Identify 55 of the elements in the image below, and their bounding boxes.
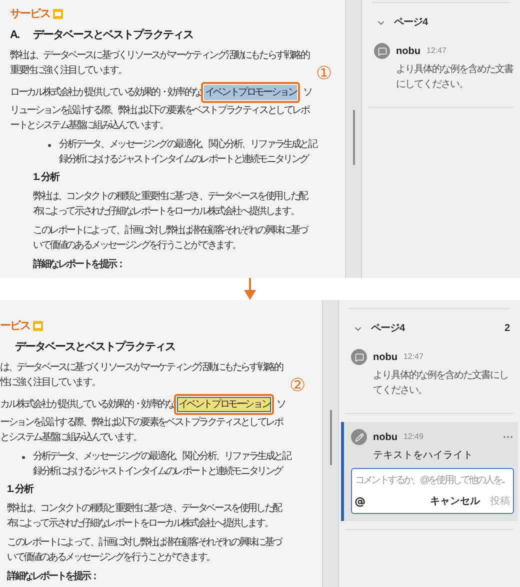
scrollbar-thumb[interactable]	[330, 410, 332, 465]
comment-time: 12:47	[403, 351, 424, 363]
callout-number: ②	[290, 375, 306, 395]
bullet-icon	[48, 144, 51, 147]
reply-field[interactable]: コメントするか、@を使用して他の人を... キャンセル 投稿	[351, 468, 514, 514]
comment-text: テキストをハイライト	[372, 449, 474, 463]
comment-avatar-icon	[351, 349, 367, 365]
paragraph-text: ソ	[303, 86, 312, 100]
subsection-title: データベースとベストプラクティス	[33, 28, 193, 43]
section-subheading: 1. 分析	[33, 171, 61, 185]
paragraph: 弊社は、データベースに基づくリソースがマーケティング活動にもたらす戦略的 重要性に強く注目しています。	[10, 48, 309, 78]
bullet-text: 分析データ、メッセージングの最適化、関心分析、リファラ生成と記 録分析におけるジャストインタイムのレポートと連続モニタリング	[59, 138, 316, 167]
paragraph-text: ローカル株式会社が提供している効果的・効率的な	[10, 86, 201, 100]
comment-text: より具体的な例を含めた文書にしてください。	[395, 62, 514, 92]
highlighted-text[interactable]: イベントプロモーション	[204, 85, 298, 100]
paragraph-text: ソ	[276, 398, 285, 412]
bullet-icon	[22, 456, 25, 459]
bold-label: 詳細なレポートを提示：	[7, 570, 100, 584]
section-heading: サービス	[10, 7, 50, 22]
bullet-text: 分析データ、メッセージングの最適化、関心分析、リファラ生成と記 録分析におけるジャストインタイムのレポートと連続モニタリング	[33, 450, 290, 479]
comment-time: 12:49	[403, 431, 424, 443]
comment-card[interactable]: nobu 12:47 より具体的な例を含めた文書にしてください。	[364, 36, 518, 99]
comment-author: nobu	[396, 44, 420, 58]
mention-icon[interactable]	[355, 496, 365, 506]
bold-label: 詳細なレポートを提示：	[33, 258, 126, 272]
reply-input[interactable]: コメントするか、@を使用して他の人を...	[355, 473, 510, 488]
pencil-avatar-icon	[351, 429, 367, 445]
comment-time: 12:47	[426, 45, 446, 57]
comment-marker-icon[interactable]	[33, 321, 43, 331]
comment-avatar-icon	[374, 43, 390, 59]
list-letter: A.	[10, 28, 20, 43]
section-heading: ービス	[0, 319, 30, 334]
comment-author: nobu	[373, 350, 398, 364]
paragraph: このレポートによって、計画に対し弊社は潜在顧客それぞれの興味に基づ いて価値のあるメッセージングを行うことができます。	[7, 536, 281, 565]
paragraph: 弊社は、コンタクトの種類と重要性に基づき、データベースを使用した配 布によって示された仔細なレポートをローカル株式会社へ提供します。	[7, 502, 281, 531]
scrollbar-thumb[interactable]	[352, 110, 354, 165]
highlighted-text[interactable]: イベントプロモーション	[177, 397, 271, 412]
comment-card[interactable]: nobu 12:49 テキストをハイライト コメントするか、@を使用して他の人を... キャンセル 投稿	[341, 422, 518, 521]
paragraph: このレポートによって、計画に対し弊社は潜在顧客それぞれの興味に基づ いて価値のあるメッセージングを行うことができます。	[33, 224, 307, 253]
comment-author: nobu	[373, 430, 398, 444]
comment-marker-icon[interactable]	[53, 9, 63, 19]
comment-text: より具体的な例を含めた文書にしてください。	[372, 368, 509, 398]
subsection-title: データベースとベストプラクティス	[15, 340, 175, 355]
page-label: ページ4	[371, 322, 405, 336]
paragraph-text: リューションを設計する際、弊社は以下の要素をベストプラクティスとしてレポ ートとシステム基盤に組み込んでいます。	[10, 104, 309, 133]
paragraph: は、データベースに基づくリソースがマーケティング活動にもたらす戦略的 性に強く注目しています。	[0, 360, 282, 390]
page-label: ページ4	[394, 16, 428, 30]
paragraph-text: ーションを設計する際、弊社は以下の要素をベストプラクティスとしてレポ とシステム基盤に組み込んでいます。	[0, 416, 282, 445]
comment-count: 2	[504, 322, 510, 336]
cancel-button[interactable]: キャンセル	[430, 494, 480, 509]
down-arrow	[243, 278, 257, 300]
callout-number: ①	[316, 63, 332, 83]
comment-card[interactable]: nobu 12:47 より具体的な例を含めた文書にしてください。	[341, 342, 518, 405]
paragraph: 弊社は、コンタクトの種類と重要性に基づき、データベースを使用した配 布によって示された仔細なレポートをローカル株式会社へ提供します。	[33, 190, 307, 219]
section-subheading: 1. 分析	[7, 483, 35, 497]
